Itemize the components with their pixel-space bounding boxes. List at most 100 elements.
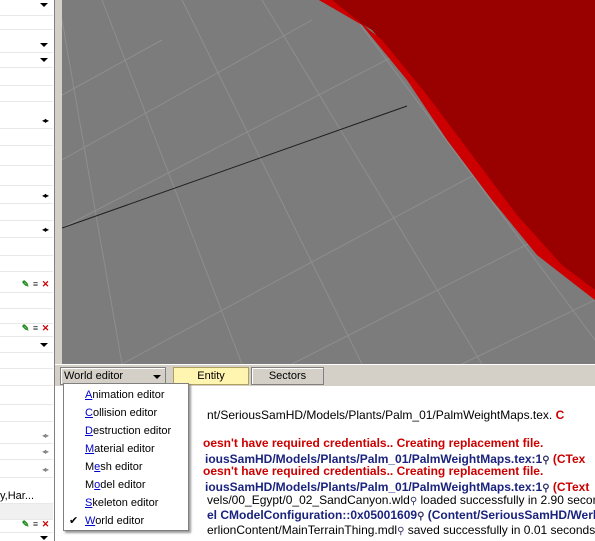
menu-item-accel: C <box>85 407 93 419</box>
property-row <box>0 170 53 186</box>
menu-item-accel: W <box>85 515 96 527</box>
property-row[interactable]: ◂▸ <box>0 428 53 444</box>
log-tail: (Content/SeriousSamHD/Werl <box>424 508 595 522</box>
property-row <box>0 406 53 422</box>
property-panel[interactable]: ◂▸ ◂▸ ◂▸ ✎ ≡ ✕ ✎ ≡ ✕ ◂▸ ◂▸ ◂▸ y,Har... ✎… <box>0 0 55 541</box>
property-row[interactable]: ✎ ≡ ✕ <box>0 517 53 533</box>
property-row <box>0 150 53 166</box>
property-row[interactable] <box>0 337 53 353</box>
property-row <box>0 293 53 309</box>
property-row[interactable] <box>0 37 53 53</box>
menu-item-label: keleton editor <box>92 497 159 509</box>
log-tail: C <box>552 408 565 422</box>
property-value[interactable]: y,Har... <box>0 490 34 502</box>
log-line: oesn't have required credentials.. Creat… <box>203 436 543 451</box>
menu-item-world-editor[interactable]: ✔ World editor <box>64 512 188 530</box>
menu-item-accel: D <box>85 425 93 437</box>
3d-viewport[interactable] <box>62 0 595 364</box>
editor-window: ◂▸ ◂▸ ◂▸ ✎ ≡ ✕ ✎ ≡ ✕ ◂▸ ◂▸ ◂▸ y,Har... ✎… <box>0 0 595 541</box>
property-row <box>0 389 53 405</box>
property-row[interactable]: y,Har... <box>0 488 53 504</box>
property-row[interactable] <box>0 533 53 541</box>
log-text: oesn't have required credentials.. Creat… <box>203 464 544 478</box>
check-icon: ✔ <box>69 515 79 527</box>
log-line: erlionContent/MainTerrainThing.mdl⚲ save… <box>207 523 595 538</box>
property-row <box>0 205 53 221</box>
left-right-arrows-icon[interactable]: ◂▸ <box>42 448 49 456</box>
menu-item-label: nimation editor <box>92 389 165 401</box>
chevron-down-icon[interactable] <box>40 58 48 62</box>
property-row[interactable]: ✎ ≡ ✕ <box>0 321 53 337</box>
menu-item-label: del editor <box>100 479 146 491</box>
property-row <box>0 240 53 256</box>
chevron-down-icon[interactable] <box>40 43 48 47</box>
viewport-scene <box>62 0 595 364</box>
row-actions: ✎ ≡ ✕ <box>21 323 50 333</box>
log-text: erlionContent/MainTerrainThing.mdl <box>207 523 398 537</box>
log-text: nt/SeriousSamHD/Models/Plants/Palm_01/Pa… <box>207 408 553 422</box>
menu-item-prefix: M <box>85 479 95 491</box>
menu-item-label: sh editor <box>100 461 143 473</box>
menu-item-material-editor[interactable]: Material editor <box>64 440 188 458</box>
pencil-icon[interactable]: ✎ <box>21 323 30 333</box>
pencil-icon[interactable]: ✎ <box>21 519 30 529</box>
property-row[interactable] <box>0 52 53 68</box>
chevron-down-icon[interactable] <box>153 375 161 379</box>
property-row <box>0 256 53 272</box>
row-actions: ✎ ≡ ✕ <box>21 519 50 529</box>
delete-icon[interactable]: ✕ <box>41 323 50 333</box>
left-right-arrows-icon[interactable]: ◂▸ <box>42 226 49 234</box>
chevron-down-icon[interactable] <box>40 343 48 347</box>
editor-dropdown-menu[interactable]: Animation editor Collision editor Destru… <box>63 383 189 531</box>
property-row <box>0 130 53 146</box>
property-row[interactable]: ◂▸ <box>0 113 53 129</box>
editor-select-value: World editor <box>64 370 124 382</box>
left-right-arrows-icon[interactable]: ◂▸ <box>42 192 49 200</box>
property-row <box>0 14 53 30</box>
menu-item-destruction-editor[interactable]: Destruction editor <box>64 422 188 440</box>
log-tail: saved successfully in 0.01 seconds. <box>404 523 595 537</box>
property-row[interactable]: ◂▸ <box>0 188 53 204</box>
property-row[interactable]: ◂▸ <box>0 462 53 478</box>
log-text: el CModelConfiguration::0x05001609 <box>207 508 418 522</box>
pencil-icon[interactable]: ✎ <box>21 279 30 289</box>
menu-item-label: aterial editor <box>94 443 155 455</box>
log-text: iousSamHD/Models/Plants/Palm_01/PalmWeig… <box>205 480 543 494</box>
property-row[interactable]: ◂▸ <box>0 444 53 460</box>
left-right-arrows-icon[interactable]: ◂▸ <box>42 117 49 125</box>
left-right-arrows-icon[interactable]: ◂▸ <box>42 466 49 474</box>
log-line: el CModelConfiguration::0x05001609⚲ (Con… <box>207 508 595 523</box>
chevron-down-icon[interactable] <box>40 536 48 540</box>
chevron-down-icon[interactable] <box>40 3 48 7</box>
list-icon[interactable]: ≡ <box>31 323 40 333</box>
log-line: oesn't have required credentials.. Creat… <box>203 464 543 479</box>
menu-item-label: estruction editor <box>92 425 172 437</box>
menu-item-skeleton-editor[interactable]: Skeleton editor <box>64 494 188 512</box>
menu-item-label: orld editor <box>95 515 145 527</box>
menu-item-prefix: M <box>85 461 95 473</box>
property-row[interactable]: ◂▸ <box>0 222 53 238</box>
log-text: oesn't have required credentials.. Creat… <box>203 436 544 450</box>
log-tail: (CTex <box>549 452 586 466</box>
property-row <box>0 370 53 386</box>
menu-item-model-editor[interactable]: Model editor <box>64 476 188 494</box>
search-icon[interactable]: ⚲ <box>542 453 549 468</box>
menu-item-accel: M <box>85 443 95 455</box>
property-row[interactable]: ✎ ≡ ✕ <box>0 277 53 293</box>
list-icon[interactable]: ≡ <box>31 519 40 529</box>
log-tail: loaded successfully in 2.90 seconds. (pr <box>420 493 595 507</box>
list-icon[interactable]: ≡ <box>31 279 40 289</box>
tab-sectors[interactable]: Sectors <box>251 367 324 385</box>
menu-item-collision-editor[interactable]: Collision editor <box>64 404 188 422</box>
property-row <box>0 86 53 102</box>
menu-item-animation-editor[interactable]: Animation editor <box>64 386 188 404</box>
property-row <box>0 353 53 369</box>
left-right-arrows-icon[interactable]: ◂▸ <box>42 432 49 440</box>
property-row <box>0 70 53 86</box>
log-line: nt/SeriousSamHD/Models/Plants/Palm_01/Pa… <box>207 408 564 423</box>
delete-icon[interactable]: ✕ <box>41 279 50 289</box>
log-line: vels/00_Egypt/0_02_SandCanyon.wld⚲ loade… <box>207 493 595 508</box>
menu-item-mesh-editor[interactable]: Mesh editor <box>64 458 188 476</box>
log-tail: (CText <box>549 480 590 494</box>
delete-icon[interactable]: ✕ <box>41 519 50 529</box>
